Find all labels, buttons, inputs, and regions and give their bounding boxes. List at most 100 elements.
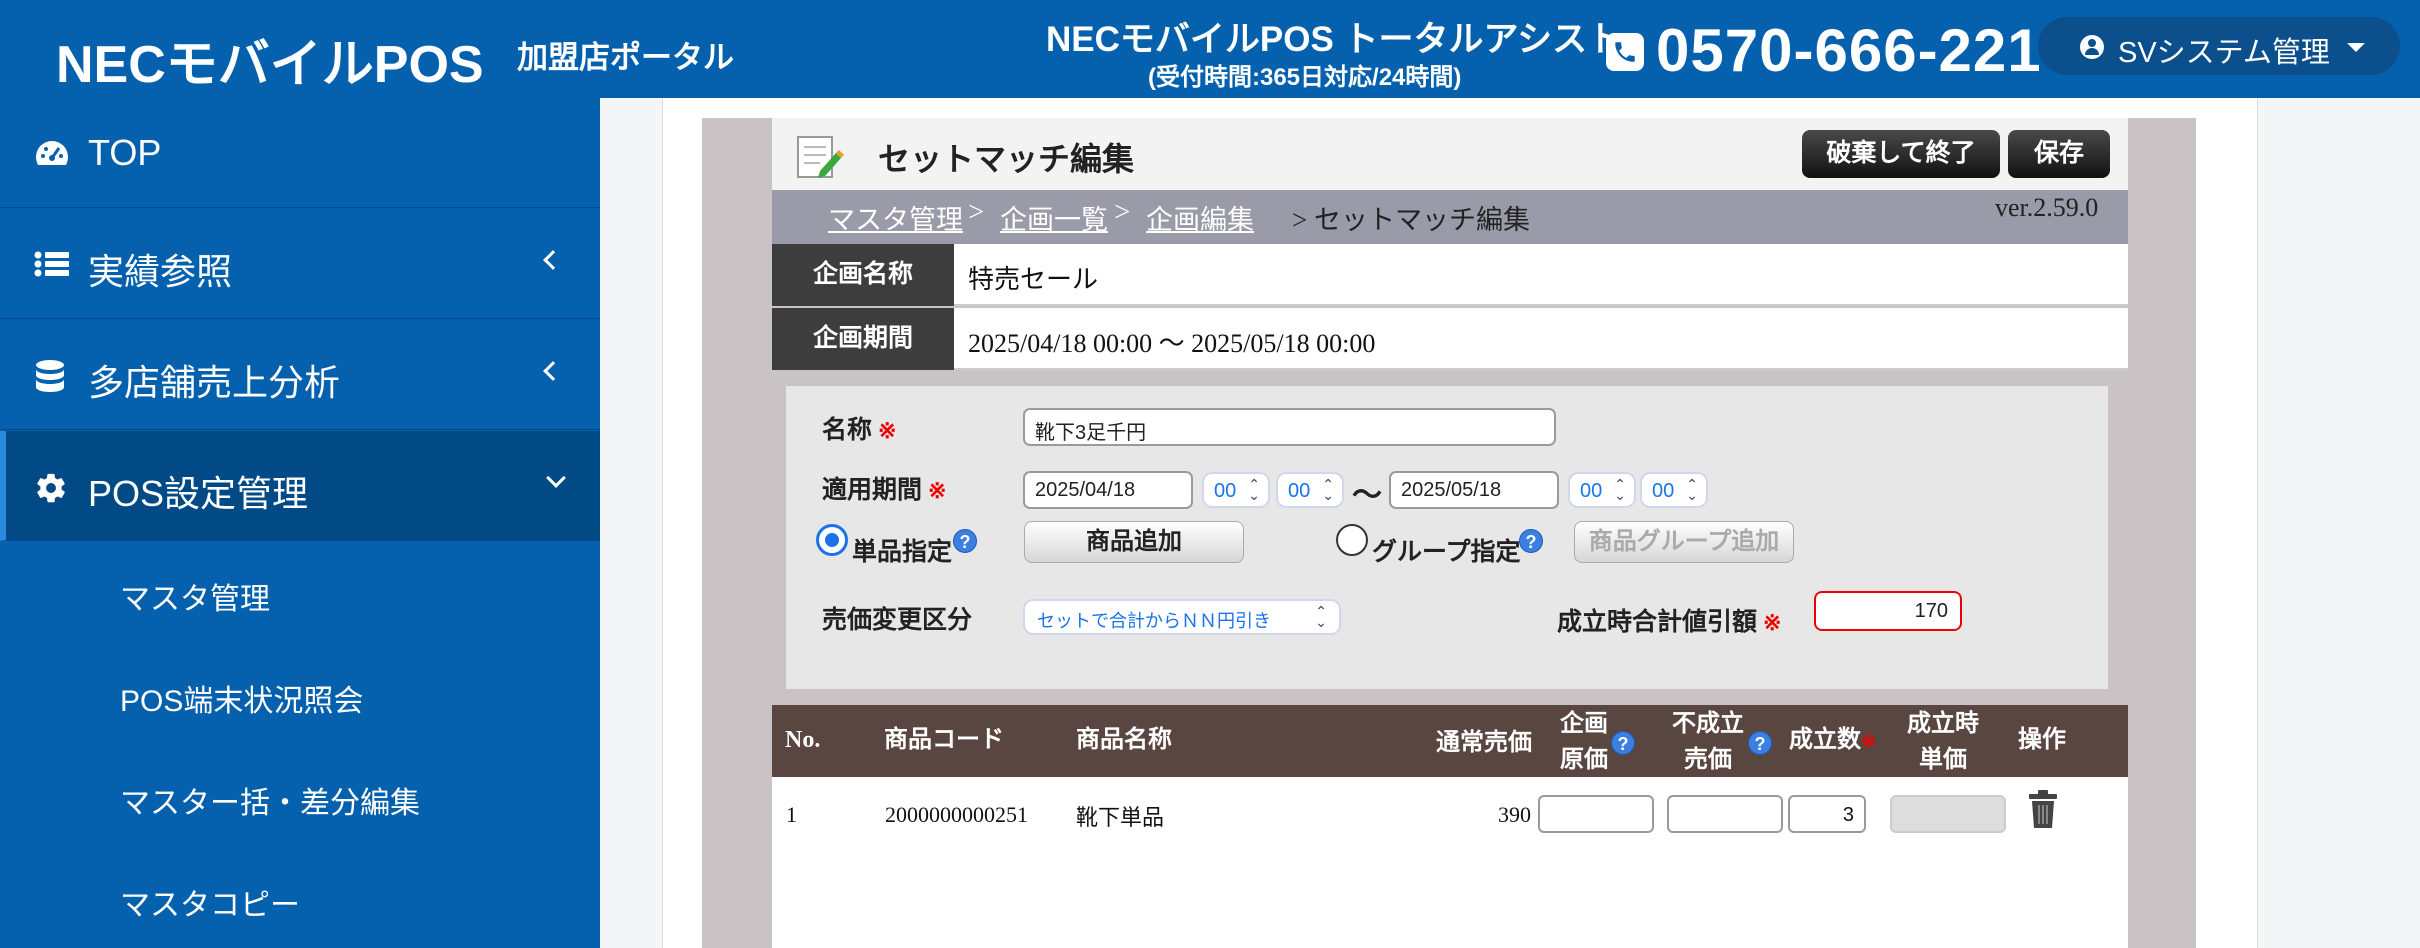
row-unit-price-input [1890, 795, 2006, 833]
chevron-down-icon [546, 468, 566, 488]
breadcrumb-link-campaign-edit[interactable]: 企画編集 [1146, 198, 1254, 237]
col-count-label: 成立数 [1789, 727, 1861, 753]
end-hour-value: 00 [1580, 480, 1603, 502]
col-cost-top: 企画 [1560, 711, 1608, 737]
list-icon [34, 249, 70, 287]
breadcrumb-current: > セットマッチ編集 [1292, 205, 1530, 235]
database-icon [34, 360, 66, 402]
single-item-radio[interactable] [816, 524, 848, 556]
chevron-left-icon [543, 361, 563, 381]
sidebar-item-label: TOP [88, 132, 162, 173]
assist-title: NECモバイルPOS トータルアシスト [1046, 20, 1623, 59]
caret-down-icon [2347, 43, 2365, 52]
sidebar: TOP 実績参照 多店舗売上分析 POS設定管理 マスタ管理 POS端末状況照会… [0, 98, 600, 948]
discount-input[interactable]: 170 [1814, 591, 1962, 631]
campaign-period-label: 企画期間 [772, 308, 954, 370]
end-minute-value: 00 [1652, 480, 1675, 502]
trash-icon[interactable] [2027, 790, 2059, 835]
gear-icon [34, 471, 68, 513]
campaign-name-label: 企画名称 [772, 244, 954, 306]
save-button[interactable]: 保存 [2008, 130, 2110, 178]
updown-icon: ⌃ ⌄ [1686, 476, 1698, 503]
breadcrumb-link-master[interactable]: マスタ管理 [828, 198, 963, 237]
end-date-input[interactable]: 2025/05/18 [1389, 471, 1559, 509]
sidebar-item-results[interactable]: 実績参照 [0, 209, 600, 319]
user-menu-label: SVシステム管理 [2118, 37, 2330, 69]
row-no: 1 [786, 802, 797, 827]
breadcrumb-separator: > [1114, 196, 1131, 228]
col-fail-top: 不成立 [1672, 711, 1744, 737]
updown-icon: ⌃ ⌄ [1248, 476, 1260, 503]
help-icon[interactable]: ? [953, 529, 977, 553]
row-price: 390 [1498, 802, 1531, 827]
col-name: 商品名称 [1076, 727, 1172, 753]
single-item-label: 単品指定 [852, 539, 953, 566]
updown-icon: ⌃ ⌄ [1614, 476, 1626, 503]
brand-logo[interactable]: NECモバイルPOS [56, 22, 484, 97]
col-no: No. [785, 727, 821, 753]
sidebar-item-analysis[interactable]: 多店舗売上分析 [0, 320, 600, 430]
name-label-text: 名称 [822, 417, 873, 444]
discount-label-text: 成立時合計値引額 [1557, 609, 1758, 636]
name-input[interactable]: 靴下3足千円 [1023, 408, 1556, 446]
sidebar-subitem-bulk-edit[interactable]: マスター括・差分編集 [120, 778, 420, 822]
start-date-input[interactable]: 2025/04/18 [1023, 471, 1193, 509]
discard-button[interactable]: 破棄して終了 [1802, 130, 2000, 178]
sidebar-item-top[interactable]: TOP [0, 98, 600, 208]
sidebar-subitem-terminal-status[interactable]: POS端末状況照会 [120, 676, 363, 720]
required-mark: ※ [1861, 731, 1877, 751]
start-minute-select[interactable]: 00 ⌃ ⌄ [1276, 472, 1344, 508]
group-radio[interactable] [1336, 524, 1368, 556]
required-mark: ※ [928, 478, 947, 503]
chevron-left-icon [543, 250, 563, 270]
end-hour-select[interactable]: 00 ⌃ ⌄ [1568, 472, 1636, 508]
support-phone: 0570-666-221 [1656, 17, 2042, 84]
sidebar-subitem-master-copy[interactable]: マスタコピー [120, 880, 300, 924]
row-code: 2000000000251 [885, 802, 1028, 827]
row-cost-input[interactable] [1538, 795, 1654, 833]
start-hour-value: 00 [1214, 480, 1237, 502]
help-icon[interactable]: ? [1748, 731, 1772, 755]
user-menu-button[interactable]: SVシステム管理 [2038, 17, 2400, 75]
period-label-text: 適用期間 [822, 477, 923, 504]
end-minute-select[interactable]: 00 ⌃ ⌄ [1640, 472, 1708, 508]
col-code: 商品コード [884, 727, 1004, 753]
phone-icon [1606, 33, 1644, 71]
breadcrumb-link-campaign-list[interactable]: 企画一覧 [1000, 198, 1108, 237]
sidebar-item-pos-settings[interactable]: POS設定管理 [0, 431, 600, 541]
col-cost-bottom: 原価 [1560, 747, 1608, 773]
edit-note-icon [794, 131, 844, 181]
add-item-button[interactable]: 商品追加 [1024, 521, 1244, 563]
name-label: 名称 ※ [822, 410, 896, 446]
updown-icon: ⌃ ⌄ [1315, 603, 1327, 630]
start-hour-select[interactable]: 00 ⌃ ⌄ [1202, 472, 1270, 508]
row-count-input[interactable]: 3 [1788, 795, 1866, 833]
required-mark: ※ [878, 418, 897, 443]
campaign-period-row: 企画期間 2025/04/18 00:00 〜 2025/05/18 00:00 [772, 308, 2128, 370]
assist-hours: (受付時間:365日対応/24時間) [1148, 64, 1462, 91]
price-change-label: 売価変更区分 [822, 607, 973, 634]
page-title: セットマッチ編集 [878, 141, 1135, 177]
col-unit-bottom: 単価 [1919, 747, 1967, 773]
price-change-select[interactable]: セットで合計からＮＮ円引き ⌃ ⌄ [1023, 599, 1341, 635]
top-header: NECモバイルPOS 加盟店ポータル NECモバイルPOS トータルアシスト (… [0, 0, 2420, 98]
col-ops: 操作 [2018, 727, 2066, 753]
campaign-period-value: 2025/04/18 00:00 〜 2025/05/18 00:00 [968, 329, 1376, 358]
add-group-button[interactable]: 商品グループ追加 [1574, 521, 1794, 563]
sidebar-subitem-master[interactable]: マスタ管理 [120, 574, 270, 618]
group-label: グループ指定 [1372, 539, 1521, 566]
start-minute-value: 00 [1288, 480, 1311, 502]
col-count: 成立数※ [1789, 724, 1876, 757]
required-mark: ※ [1763, 610, 1782, 635]
price-change-value: セットで合計からＮＮ円引き [1037, 611, 1271, 631]
period-label: 適用期間 ※ [822, 470, 946, 506]
portal-label: 加盟店ポータル [517, 40, 734, 75]
col-fail-bottom: 売価 [1684, 747, 1732, 773]
row-fail-price-input[interactable] [1667, 795, 1783, 833]
help-icon[interactable]: ? [1611, 731, 1635, 755]
help-icon[interactable]: ? [1519, 529, 1543, 553]
period-tilde: 〜 [1352, 479, 1382, 512]
user-circle-icon [2080, 35, 2104, 59]
dashboard-icon [34, 138, 70, 176]
campaign-name-row: 企画名称 特売セール [772, 244, 2128, 306]
